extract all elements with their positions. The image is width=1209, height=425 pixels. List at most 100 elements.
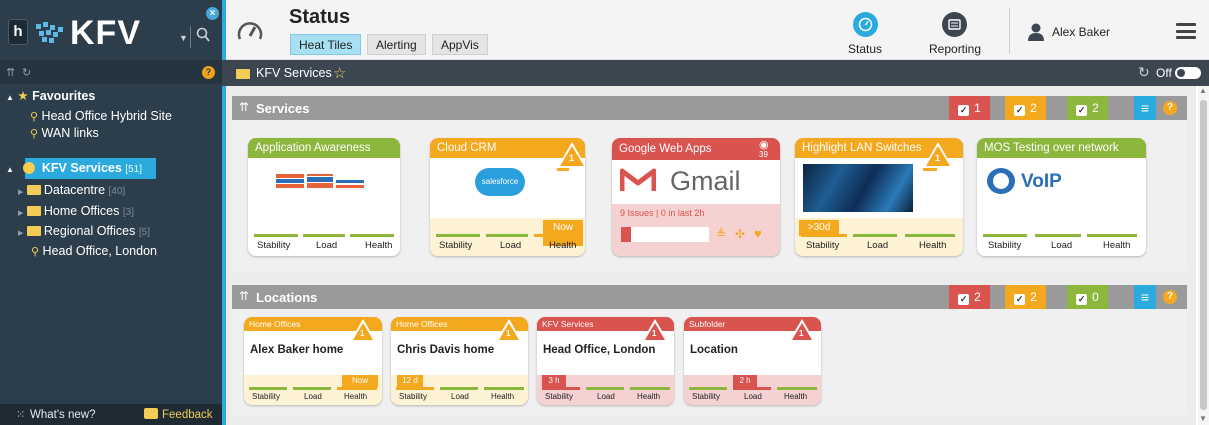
filter-icon[interactable]: ≡ xyxy=(1134,285,1156,309)
health-warning-icon: ♥ xyxy=(754,226,762,241)
auto-refresh-toggle[interactable] xyxy=(1175,67,1201,79)
service-tile[interactable]: Highlight LAN Switches 1 >30d Stability … xyxy=(795,138,963,256)
health-bar xyxy=(630,387,670,390)
load-label: Load xyxy=(744,392,762,401)
reporting-nav-icon[interactable] xyxy=(942,12,967,37)
status-nav-label[interactable]: Status xyxy=(848,42,882,56)
location-tile[interactable]: Home Offices Chris Davis home 1 12 d Sta… xyxy=(391,317,528,405)
stability-label: Stability xyxy=(252,392,281,401)
gauge-icon xyxy=(236,19,264,47)
collapse-icon[interactable]: ⇈ xyxy=(239,100,249,114)
health-label: Health xyxy=(637,392,661,401)
load-bar xyxy=(440,387,478,390)
feedback-icon xyxy=(144,408,158,419)
tab-heat-tiles[interactable]: Heat Tiles xyxy=(290,34,362,55)
load-label: Load xyxy=(316,240,338,251)
favourite-label: WAN links xyxy=(41,126,99,140)
whats-new-link[interactable]: What's new? xyxy=(30,409,95,421)
tree-item-home-offices[interactable]: ▶ Home Offices [3] xyxy=(18,204,134,218)
sidebar-footer: ⁙ What's new? Feedback xyxy=(0,404,222,425)
tab-appvis[interactable]: AppVis xyxy=(432,34,488,55)
services-red-count[interactable]: ✓ 1 xyxy=(949,96,990,120)
filter-icon[interactable]: ≡ xyxy=(1134,96,1156,120)
user-icon[interactable] xyxy=(1028,23,1044,41)
sidebar-header: h KFV ▼ × xyxy=(0,0,222,60)
service-tile[interactable]: Cloud CRM salesforce 1 Now Stability Loa… xyxy=(430,138,585,256)
search-icon[interactable] xyxy=(196,26,211,46)
favourites-label: Favourites xyxy=(32,89,96,103)
star-icon: ★ xyxy=(17,89,29,103)
help-icon[interactable]: ? xyxy=(202,66,215,79)
collapse-icon[interactable]: ⇈ xyxy=(239,289,249,303)
favourite-item[interactable]: ⚲ Head Office Hybrid Site xyxy=(30,109,172,123)
tab-alerting[interactable]: Alerting xyxy=(367,34,426,55)
locations-red-count[interactable]: ✓ 2 xyxy=(949,285,990,309)
health-label: Health xyxy=(1103,240,1131,251)
collapse-all-icon[interactable]: ⇈ xyxy=(6,66,15,79)
tree-item-count: [5] xyxy=(138,227,150,238)
status-nav-icon[interactable] xyxy=(853,12,878,37)
scroll-down-icon[interactable]: ▼ xyxy=(1199,414,1207,423)
divider xyxy=(1009,8,1010,54)
service-tile[interactable]: Google Web Apps ◉ 39 Gmail 9 Issues | 0 … xyxy=(612,138,780,256)
health-bar xyxy=(905,234,955,237)
tile-indicator xyxy=(923,168,937,171)
service-tile[interactable]: MOS Testing over network VoIP Stability … xyxy=(977,138,1146,256)
tree-item-regional-offices[interactable]: ▶ Regional Offices [5] xyxy=(18,224,150,238)
count-value: 1 xyxy=(974,101,981,115)
locations-yellow-count[interactable]: ✓ 2 xyxy=(1005,285,1046,309)
load-bar xyxy=(293,387,331,390)
user-name[interactable]: Alex Baker xyxy=(1052,25,1110,39)
menu-icon[interactable] xyxy=(1176,23,1196,39)
load-bar xyxy=(1035,234,1081,237)
tree-item-label: KFV Services xyxy=(41,161,122,175)
age-badge: 3 h xyxy=(542,375,566,387)
locations-green-count[interactable]: ✓ 0 xyxy=(1067,285,1108,309)
scrollbar-thumb[interactable] xyxy=(1200,100,1207,410)
refresh-icon[interactable]: ↻ xyxy=(22,66,31,79)
load-bar xyxy=(303,234,345,237)
expand-icon[interactable]: ▶ xyxy=(18,230,23,237)
warning-count: 1 xyxy=(652,329,657,338)
service-tile[interactable]: Application Awareness Stability Load Hea… xyxy=(248,138,400,256)
status-dot-icon xyxy=(23,162,36,174)
favourites-header[interactable]: ▲ ★ Favourites xyxy=(6,88,95,103)
tree-item-datacentre[interactable]: ▶ Datacentre [40] xyxy=(18,183,125,197)
load-label: Load xyxy=(304,392,322,401)
favourite-star-icon[interactable]: ☆ xyxy=(333,64,346,82)
tile-health-bars: Stability Load Health xyxy=(391,387,528,405)
location-pin-icon: ⚲ xyxy=(30,128,39,140)
app-logo-icon[interactable]: h xyxy=(8,19,28,45)
health-bar xyxy=(337,387,377,390)
divider xyxy=(190,26,191,48)
health-label: Health xyxy=(365,240,393,251)
close-icon[interactable]: × xyxy=(206,7,219,20)
stability-label: Stability xyxy=(806,240,840,251)
health-bar xyxy=(777,387,817,390)
services-green-count[interactable]: ✓ 2 xyxy=(1067,96,1108,120)
location-tile[interactable]: KFV Services Head Office, London 1 3 h S… xyxy=(537,317,674,405)
load-bar xyxy=(586,387,624,390)
location-tile[interactable]: Home Offices Alex Baker home 1 Now Stabi… xyxy=(244,317,382,405)
stability-bar xyxy=(396,387,434,390)
tree-item-head-office[interactable]: ⚲ Head Office, London xyxy=(31,244,157,258)
salesforce-logo-icon: salesforce xyxy=(475,168,525,196)
tree-item-label: Regional Offices xyxy=(43,224,136,238)
stability-warning-icon: ✣ xyxy=(735,227,746,241)
expand-icon[interactable]: ▶ xyxy=(18,189,23,196)
tree-item-kfv-services[interactable]: ▲ KFV Services [51] xyxy=(6,161,142,175)
help-icon[interactable]: ? xyxy=(1163,290,1177,304)
feedback-link[interactable]: Feedback xyxy=(162,409,213,421)
expand-icon[interactable]: ▶ xyxy=(18,210,23,217)
scroll-up-icon[interactable]: ▲ xyxy=(1199,86,1207,95)
expand-icon[interactable]: ▲ xyxy=(6,165,14,174)
refresh-icon[interactable]: ↻ xyxy=(1138,64,1150,81)
location-tile[interactable]: Subfolder Location 1 2 h Stability Load … xyxy=(684,317,821,405)
help-icon[interactable]: ? xyxy=(1163,101,1177,115)
reporting-nav-label[interactable]: Reporting xyxy=(929,42,981,56)
load-warning-icon: ≜ xyxy=(716,227,727,241)
favourite-item[interactable]: ⚲ WAN links xyxy=(30,126,99,140)
chevron-down-icon[interactable]: ▼ xyxy=(179,33,188,43)
services-yellow-count[interactable]: ✓ 2 xyxy=(1005,96,1046,120)
gmail-logo-icon xyxy=(619,167,657,196)
